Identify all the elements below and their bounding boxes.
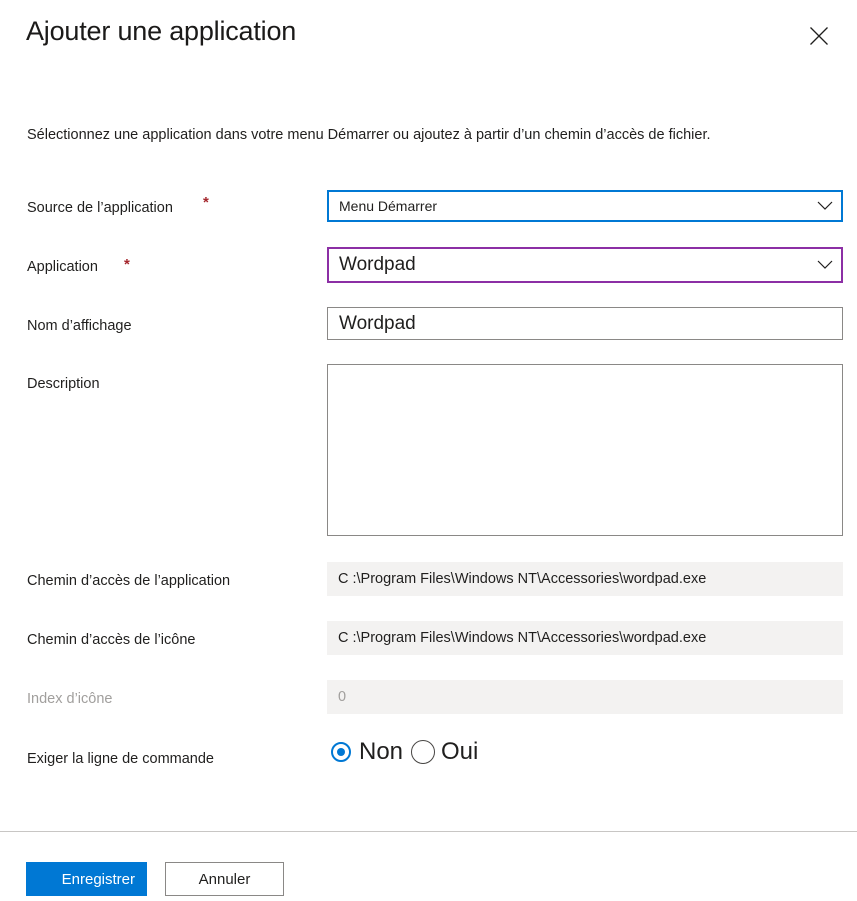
panel-description: Sélectionnez une application dans votre … (27, 127, 711, 143)
form-row-icon-index: Index d’icône 0 (0, 680, 857, 716)
label-description: Description (27, 376, 100, 392)
label-icon-path: Chemin d’accès de l’icône (27, 632, 196, 648)
close-button[interactable] (799, 16, 839, 56)
radio-option-oui[interactable]: Oui (411, 740, 478, 764)
form-row-require-command-line: Exiger la ligne de commande Non Oui (0, 740, 857, 780)
save-button[interactable]: Enregistrer (26, 862, 147, 896)
radio-icon-unselected (411, 740, 435, 764)
form-row-display-name: Nom d’affichage Wordpad (0, 307, 857, 347)
panel-header: Ajouter une application (0, 0, 857, 96)
form-row-application: Application * Wordpad (0, 247, 857, 293)
cancel-button[interactable]: Annuler (165, 862, 284, 896)
close-icon (808, 25, 830, 47)
page-title: Ajouter une application (26, 16, 297, 46)
icon-index-input[interactable]: 0 (327, 680, 843, 714)
display-name-input[interactable]: Wordpad (327, 307, 843, 340)
icon-path-input[interactable]: C :\Program Files\Windows NT\Accessories… (327, 621, 843, 655)
icon-index-value: 0 (338, 689, 347, 705)
label-app-path: Chemin d’accès de l’application (27, 573, 231, 589)
app-path-value: C :\Program Files\Windows NT\Accessories… (338, 571, 707, 587)
label-icon-index: Index d’icône (27, 691, 113, 707)
chevron-down-icon (809, 260, 841, 270)
radio-option-non[interactable]: Non (331, 740, 403, 764)
required-asterisk-application: * (123, 256, 130, 273)
form-row-app-path: Chemin d’accès de l’application C :\Prog… (0, 562, 857, 598)
description-textarea[interactable] (327, 364, 843, 536)
form-row-icon-path: Chemin d’accès de l’icône C :\Program Fi… (0, 621, 857, 657)
app-path-input[interactable]: C :\Program Files\Windows NT\Accessories… (327, 562, 843, 596)
display-name-value: Wordpad (339, 312, 416, 334)
radio-label-oui: Oui (441, 738, 479, 765)
icon-path-value: C :\Program Files\Windows NT\Accessories… (338, 630, 707, 646)
app-source-value: Menu Démarrer (339, 198, 438, 214)
form-row-app-source: Source de l’application * Menu Démarrer (0, 190, 857, 236)
form-row-description: Description (0, 364, 857, 538)
app-source-dropdown[interactable]: Menu Démarrer (327, 190, 843, 222)
radio-icon-selected (331, 742, 351, 762)
required-asterisk-app-source: * (203, 194, 209, 211)
application-dropdown[interactable]: Wordpad (327, 247, 843, 283)
label-display-name: Nom d’affichage (27, 318, 132, 334)
application-value: Wordpad (339, 254, 416, 275)
label-require-command-line: Exiger la ligne de commande (27, 751, 214, 767)
label-app-source: Source de l’application * (27, 194, 209, 216)
panel-footer: Enregistrer Annuler (0, 832, 857, 901)
chevron-down-icon (809, 201, 841, 211)
radio-label-non: Non (359, 738, 404, 765)
label-application: Application * (27, 256, 130, 275)
